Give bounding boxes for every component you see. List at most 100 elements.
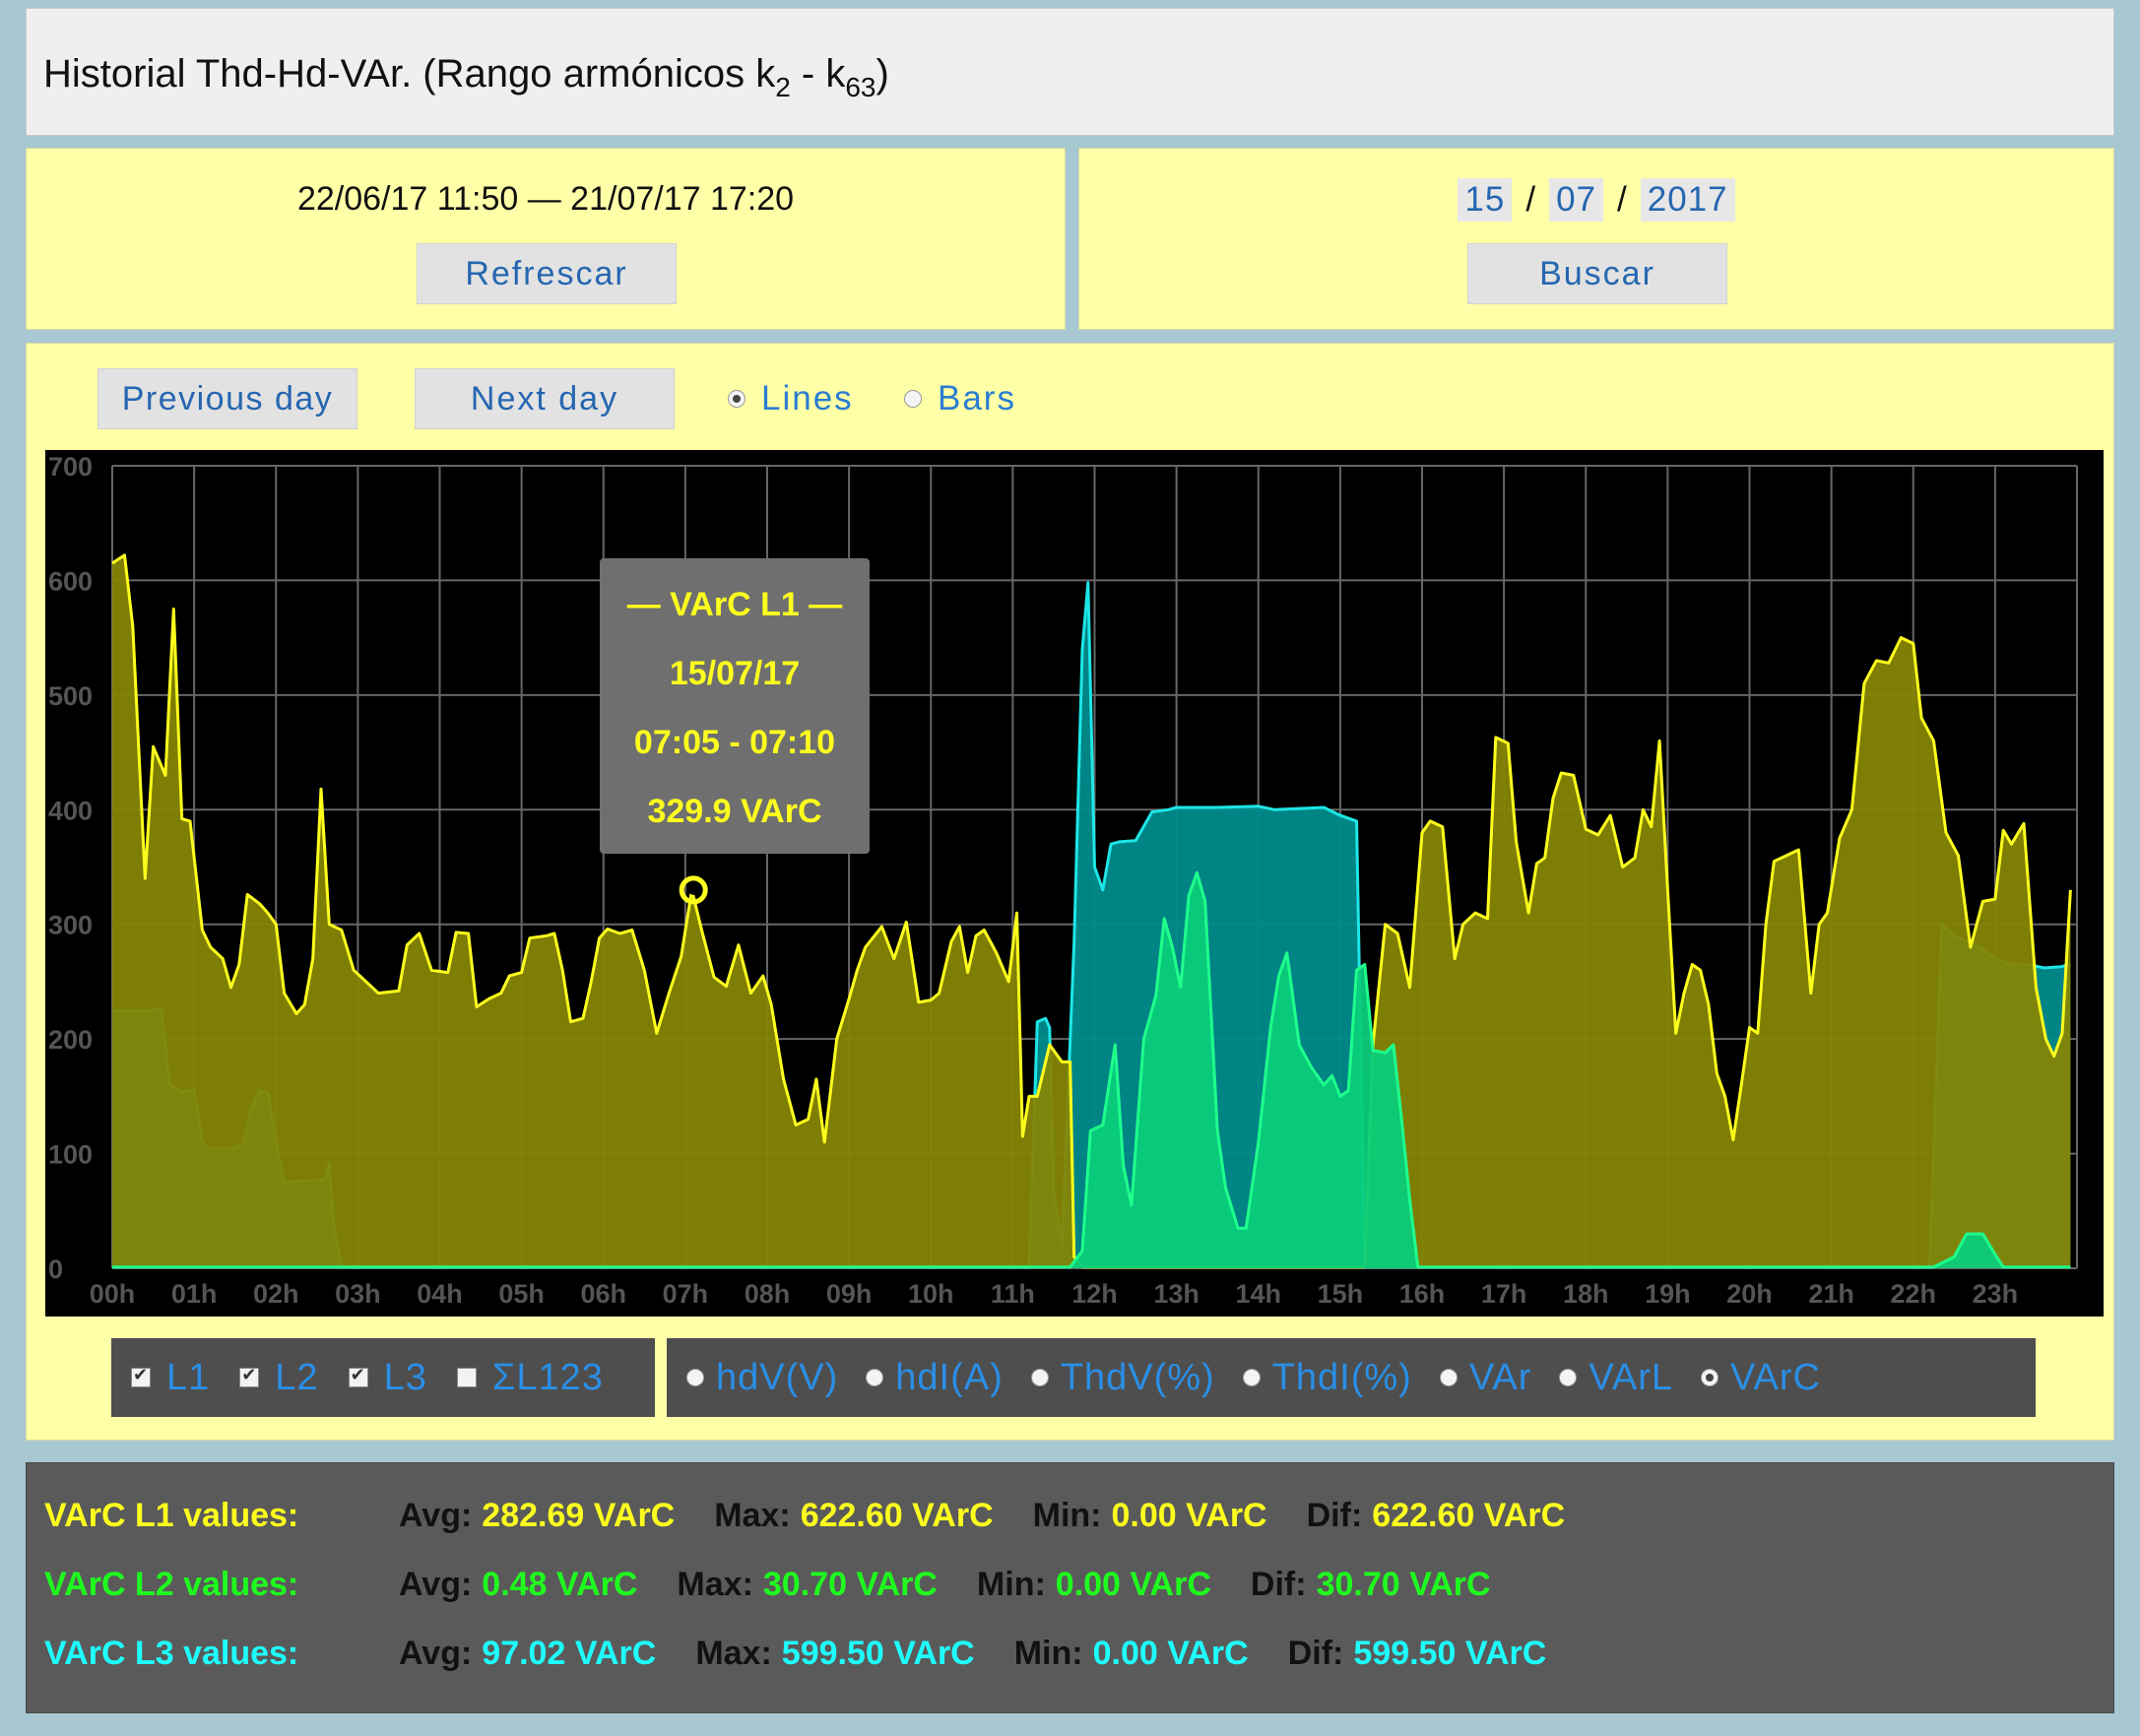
y-tick-label: 200 xyxy=(48,1025,93,1055)
radio-icon[interactable] xyxy=(866,1369,884,1386)
checkbox-icon[interactable] xyxy=(131,1365,151,1387)
stats-row-l3: VArC L3 values: Avg: 97.02 VArC Max: 599.5… xyxy=(44,1629,1586,1678)
chart-area[interactable]: 0 100 200 300 400 500 600 700 00h 01h 02h 03h 04h 05h… xyxy=(45,450,2104,1317)
x-tick-label: 11h xyxy=(991,1279,1035,1309)
metric-thdi-option[interactable]: ThdI(%) xyxy=(1242,1357,1412,1399)
x-tick-label: 17h xyxy=(1481,1279,1527,1309)
checkbox-icon[interactable] xyxy=(239,1365,260,1387)
x-tick-label: 21h xyxy=(1808,1279,1854,1309)
metric-var-option[interactable]: VAr xyxy=(1439,1356,1532,1399)
metric-thdv-option[interactable]: ThdV(%) xyxy=(1030,1356,1215,1399)
radio-icon[interactable] xyxy=(1559,1369,1578,1386)
dif-key: Dif: xyxy=(1250,1565,1307,1603)
metric-label: VArL xyxy=(1589,1356,1674,1398)
x-tick-label: 01h xyxy=(171,1279,218,1309)
range-panel: 22/06/17 11:50 — 21/07/17 17:20 Refresca… xyxy=(26,148,1066,330)
stats-row-l1: VArC L1 values: Avg: 282.69 VArC Max: 622.… xyxy=(44,1491,1604,1540)
mode-bars-option[interactable]: Bars xyxy=(904,379,1016,418)
radio-icon[interactable] xyxy=(1030,1369,1049,1386)
mode-lines-option[interactable]: Lines xyxy=(728,379,854,418)
min-key: Min: xyxy=(1032,1496,1102,1534)
phase-selector: L1 L2 L3 ΣL123 xyxy=(111,1338,655,1417)
stats-label: VArC L1 values: xyxy=(44,1496,299,1534)
tooltip-date: 15/07/17 xyxy=(669,655,801,692)
max-key: Max: xyxy=(714,1496,791,1534)
metric-label: hdI(A) xyxy=(895,1356,1004,1398)
metric-selector: hdV(V) hdI(A) ThdV(%) ThdI(%) VAr VArL V… xyxy=(667,1338,2036,1417)
dif-key: Dif: xyxy=(1287,1634,1344,1672)
radio-icon[interactable] xyxy=(728,390,746,408)
x-tick-label: 23h xyxy=(1973,1279,2019,1309)
checkbox-icon[interactable] xyxy=(348,1365,368,1387)
x-tick-label: 02h xyxy=(253,1279,299,1309)
avg-value: 97.02 VArC xyxy=(482,1634,657,1672)
mode-lines-label: Lines xyxy=(761,379,854,418)
avg-key: Avg: xyxy=(399,1565,473,1603)
x-tick-label: 06h xyxy=(580,1279,626,1309)
radio-icon[interactable] xyxy=(686,1369,704,1386)
page-title: Historial Thd-Hd-VAr. (Rango armónicos k… xyxy=(43,52,889,102)
radio-icon[interactable] xyxy=(1701,1369,1719,1386)
metric-label: ThdV(%) xyxy=(1060,1356,1215,1398)
max-key: Max: xyxy=(695,1634,772,1672)
metric-label: VArC xyxy=(1730,1356,1821,1398)
date-range-text: 22/06/17 11:50 — 21/07/17 17:20 xyxy=(296,180,795,218)
max-value: 30.70 VArC xyxy=(762,1565,938,1603)
dif-value: 622.60 VArC xyxy=(1372,1496,1566,1534)
metric-varc-option[interactable]: VArC xyxy=(1701,1357,1821,1399)
y-tick-label: 600 xyxy=(48,566,93,596)
min-key: Min: xyxy=(1013,1634,1083,1672)
day-field[interactable]: 15 xyxy=(1458,178,1513,222)
phase-label: L3 xyxy=(383,1356,427,1398)
y-tick-label: 100 xyxy=(48,1140,93,1170)
refresh-button[interactable]: Refrescar xyxy=(417,243,677,304)
x-tick-label: 00h xyxy=(90,1279,136,1309)
radio-icon[interactable] xyxy=(904,390,922,408)
checkbox-icon[interactable] xyxy=(456,1368,477,1387)
metric-hdi-option[interactable]: hdI(A) xyxy=(866,1357,1003,1399)
max-key: Max: xyxy=(677,1565,753,1603)
radio-icon[interactable] xyxy=(1242,1369,1261,1386)
y-tick-label: 700 xyxy=(48,452,93,482)
x-tick-label: 05h xyxy=(498,1279,545,1309)
radio-icon[interactable] xyxy=(1439,1369,1458,1386)
month-field[interactable]: 07 xyxy=(1549,178,1603,222)
x-tick-label: 14h xyxy=(1235,1279,1281,1309)
tooltip-time: 07:05 - 07:10 xyxy=(633,724,836,761)
phase-label: ΣL123 xyxy=(491,1356,604,1398)
x-tick-label: 12h xyxy=(1071,1279,1118,1309)
y-tick-label: 500 xyxy=(48,681,93,711)
metric-label: VAr xyxy=(1468,1356,1532,1398)
avg-value: 0.48 VArC xyxy=(482,1565,638,1603)
phase-l1-checkbox[interactable]: L1 xyxy=(131,1357,210,1399)
date-separator: / xyxy=(1525,180,1536,219)
min-key: Min: xyxy=(976,1565,1046,1603)
x-tick-label: 18h xyxy=(1563,1279,1609,1309)
dif-value: 599.50 VArC xyxy=(1353,1634,1547,1672)
phase-label: L2 xyxy=(275,1356,319,1398)
search-button[interactable]: Buscar xyxy=(1467,243,1727,304)
metric-varl-option[interactable]: VArL xyxy=(1559,1357,1673,1399)
next-day-button[interactable]: Next day xyxy=(415,368,675,429)
metric-hdv-option[interactable]: hdV(V) xyxy=(686,1357,838,1399)
title-bar: Historial Thd-Hd-VAr. (Rango armónicos k… xyxy=(26,8,2114,136)
phase-l3-checkbox[interactable]: L3 xyxy=(348,1356,427,1399)
stats-row-l2: VArC L2 values: Avg: 0.48 VArC Max: 30.70 … xyxy=(44,1560,1530,1609)
max-value: 622.60 VArC xyxy=(800,1496,994,1534)
phase-l2-checkbox[interactable]: L2 xyxy=(239,1357,318,1399)
x-tick-label: 07h xyxy=(663,1279,709,1309)
previous-day-button[interactable]: Previous day xyxy=(97,368,357,429)
avg-key: Avg: xyxy=(399,1634,473,1672)
x-tick-label: 22h xyxy=(1890,1279,1936,1309)
dif-key: Dif: xyxy=(1306,1496,1363,1534)
x-tick-label: 08h xyxy=(745,1279,791,1309)
year-field[interactable]: 2017 xyxy=(1640,178,1735,222)
highlight-marker-center xyxy=(688,884,699,895)
y-tick-label: 400 xyxy=(48,796,93,825)
phase-sum-checkbox[interactable]: ΣL123 xyxy=(456,1356,604,1399)
min-value: 0.00 VArC xyxy=(1055,1565,1211,1603)
dif-value: 30.70 VArC xyxy=(1316,1565,1491,1603)
tooltip-value: 329.9 VArC xyxy=(647,793,822,830)
min-value: 0.00 VArC xyxy=(1111,1496,1267,1534)
metric-label: hdV(V) xyxy=(716,1356,839,1398)
